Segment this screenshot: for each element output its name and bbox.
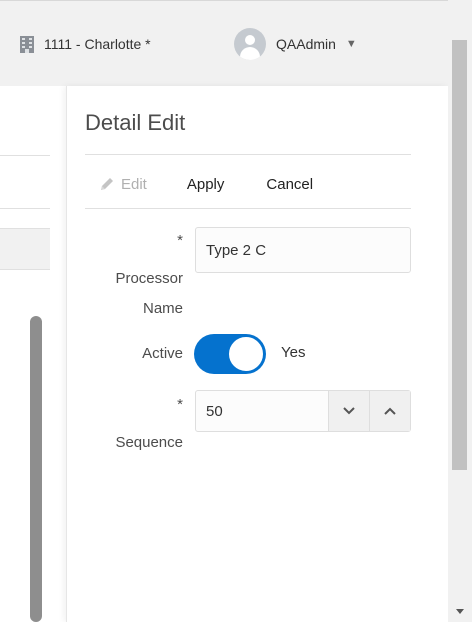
app-header: 1111 - Charlotte * QAAdmin ▼ — [0, 0, 472, 86]
location-label: 1111 - Charlotte * — [44, 36, 151, 52]
required-marker: * — [177, 396, 183, 413]
panel-title: Detail Edit — [85, 110, 186, 135]
active-value: Yes — [281, 344, 306, 361]
processor-name-label-line1: Processor — [115, 270, 183, 287]
active-toggle[interactable] — [194, 334, 266, 374]
increment-button[interactable] — [369, 391, 410, 431]
processor-name-input[interactable] — [195, 227, 411, 273]
scroll-down-icon[interactable] — [456, 609, 464, 614]
toggle-knob — [228, 336, 264, 372]
scrollbar-thumb[interactable] — [452, 40, 467, 470]
user-menu[interactable]: QAAdmin ▼ — [234, 27, 357, 61]
location-selector[interactable]: 1111 - Charlotte * — [20, 33, 151, 55]
sequence-label: Sequence — [115, 434, 183, 451]
edit-label: Edit — [121, 175, 147, 193]
list-divider — [0, 208, 50, 209]
user-name: QAAdmin — [276, 36, 336, 52]
panel-toolbar: Edit Apply Cancel — [85, 162, 411, 206]
edit-button[interactable]: Edit — [99, 176, 147, 193]
divider — [85, 208, 411, 209]
user-avatar-icon — [234, 28, 266, 60]
chevron-down-icon — [343, 407, 355, 415]
chevron-up-icon — [384, 407, 396, 415]
apply-button[interactable]: Apply — [187, 176, 225, 193]
caret-down-icon: ▼ — [345, 38, 357, 50]
list-divider — [0, 155, 50, 156]
sequence-stepper — [195, 390, 411, 432]
decrement-button[interactable] — [328, 391, 369, 431]
list-scrollbar-thumb[interactable] — [30, 316, 42, 622]
list-row-selected[interactable] — [0, 228, 50, 270]
active-label: Active — [142, 345, 183, 362]
page-scrollbar[interactable] — [448, 0, 472, 622]
sequence-input[interactable] — [196, 391, 328, 431]
cancel-button[interactable]: Cancel — [266, 176, 313, 193]
divider — [85, 154, 411, 155]
required-marker: * — [177, 232, 183, 249]
pencil-icon — [101, 178, 113, 190]
detail-edit-panel: Detail Edit Edit Apply Cancel * Processo… — [66, 86, 448, 622]
building-icon — [20, 35, 34, 53]
processor-name-label-line2: Name — [142, 300, 183, 317]
